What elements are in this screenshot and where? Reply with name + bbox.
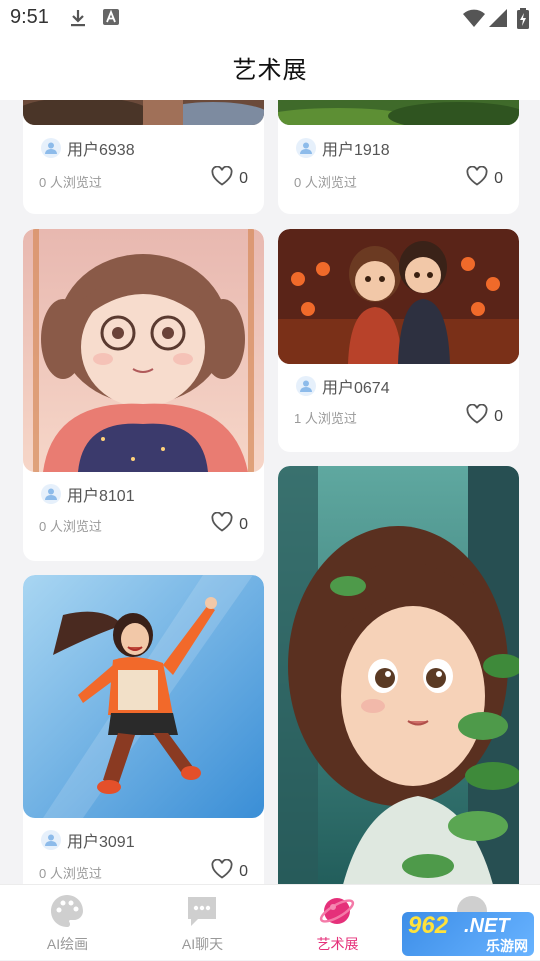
heart-icon	[211, 511, 233, 537]
gallery-card[interactable]: 用户3091 0 人浏览过 0	[23, 575, 264, 884]
app-bar: 艺术展	[0, 36, 540, 100]
artwork-image[interactable]	[278, 229, 519, 364]
gallery-card[interactable]: 用户0674 1 人浏览过 0	[278, 229, 519, 452]
artwork-image[interactable]	[278, 100, 519, 125]
signal-icon	[488, 8, 508, 33]
battery-charging-icon	[516, 8, 530, 35]
heart-icon	[211, 858, 233, 884]
author-name: 用户3091	[67, 834, 135, 851]
author-name: 用户0674	[322, 380, 390, 397]
status-time: 9:51	[10, 6, 49, 28]
heart-icon	[466, 165, 488, 191]
artwork-image[interactable]	[23, 229, 264, 472]
tab-art-exhibition[interactable]: 艺术展	[270, 885, 405, 961]
palette-icon	[49, 893, 85, 929]
app-notification-icon	[102, 8, 120, 31]
user-icon	[41, 830, 61, 850]
tab-label: AI聊天	[181, 936, 224, 952]
like-button[interactable]: 0	[211, 511, 248, 537]
like-count: 0	[239, 169, 248, 187]
wifi-icon	[462, 8, 486, 33]
watermark-brand: 962	[408, 912, 449, 939]
gallery-feed[interactable]: 用户6938 0 人浏览过 0 用户1918 0 人浏览过 0 用户8101 0…	[0, 100, 540, 884]
view-count: 0 人浏览过	[39, 519, 102, 534]
tab-ai-chat[interactable]: AI聊天	[135, 885, 270, 961]
view-count: 0 人浏览过	[294, 175, 357, 190]
view-count: 0 人浏览过	[39, 866, 102, 881]
artwork-image[interactable]	[278, 466, 519, 884]
card-author: 用户6938	[41, 136, 135, 160]
author-name: 用户1918	[322, 142, 390, 159]
view-count: 1 人浏览过	[294, 411, 357, 426]
page-title: 艺术展	[232, 57, 308, 84]
card-author: 用户3091	[41, 828, 135, 852]
like-count: 0	[494, 407, 503, 425]
like-button[interactable]: 0	[466, 403, 503, 429]
planet-icon	[319, 893, 355, 929]
site-watermark-logo: 962 .NET 乐游网	[402, 912, 534, 956]
card-author: 用户1918	[296, 136, 390, 160]
like-button[interactable]: 0	[211, 165, 248, 191]
heart-icon	[211, 165, 233, 191]
user-icon	[296, 376, 316, 396]
user-icon	[41, 484, 61, 504]
like-button[interactable]: 0	[211, 858, 248, 884]
watermark-net: .NET	[464, 915, 510, 937]
user-icon	[296, 138, 316, 158]
download-icon	[68, 8, 88, 33]
chat-icon	[184, 893, 220, 929]
like-count: 0	[239, 515, 248, 533]
watermark-site: 乐游网	[486, 938, 528, 954]
author-name: 用户6938	[67, 142, 135, 159]
gallery-card[interactable]: 用户1918 0 人浏览过 0	[278, 100, 519, 214]
view-count: 0 人浏览过	[39, 175, 102, 190]
card-author: 用户0674	[296, 374, 390, 398]
tab-label: 艺术展	[316, 936, 359, 952]
gallery-card[interactable]	[278, 466, 519, 884]
tab-ai-painting[interactable]: AI绘画	[0, 885, 135, 961]
like-button[interactable]: 0	[466, 165, 503, 191]
status-bar: 9:51	[0, 0, 540, 36]
heart-icon	[466, 403, 488, 429]
gallery-card[interactable]: 用户8101 0 人浏览过 0	[23, 229, 264, 561]
artwork-image[interactable]	[23, 100, 264, 125]
like-count: 0	[239, 862, 248, 880]
tab-label: AI绘画	[46, 936, 89, 952]
card-author: 用户8101	[41, 482, 135, 506]
gallery-card[interactable]: 用户6938 0 人浏览过 0	[23, 100, 264, 214]
like-count: 0	[494, 169, 503, 187]
artwork-image[interactable]	[23, 575, 264, 818]
user-icon	[41, 138, 61, 158]
author-name: 用户8101	[67, 488, 135, 505]
